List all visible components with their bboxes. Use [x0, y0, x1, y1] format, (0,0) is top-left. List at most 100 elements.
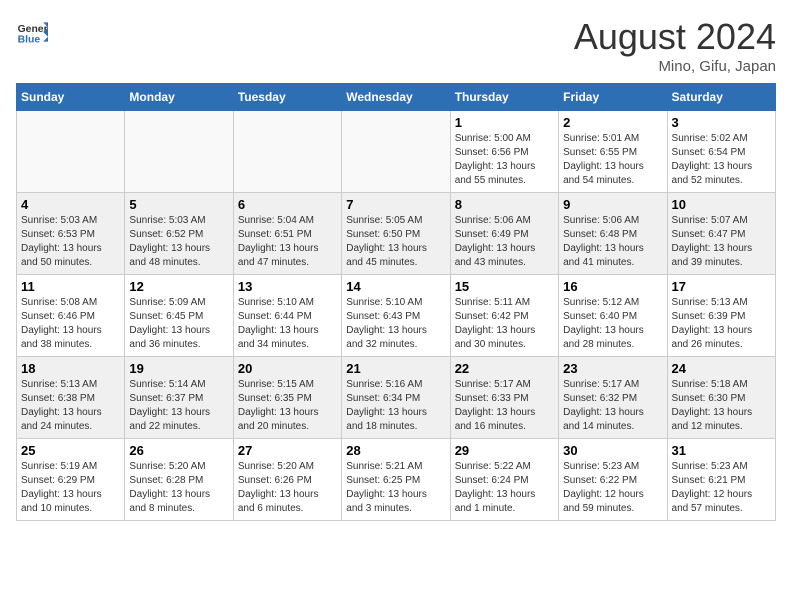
day-number: 31: [672, 443, 771, 458]
day-number: 20: [238, 361, 337, 376]
day-of-week-header: Tuesday: [233, 84, 341, 111]
day-info: Sunrise: 5:14 AM Sunset: 6:37 PM Dayligh…: [129, 378, 228, 434]
calendar-cell: 3 Sunrise: 5:02 AM Sunset: 6:54 PM Daylig…: [667, 111, 775, 193]
sub-title: Mino, Gifu, Japan: [574, 58, 776, 75]
calendar-cell: 20 Sunrise: 5:15 AM Sunset: 6:35 PM Dayli…: [233, 357, 341, 439]
calendar-cell: 1 Sunrise: 5:00 AM Sunset: 6:56 PM Daylig…: [450, 111, 558, 193]
calendar-cell: 22 Sunrise: 5:17 AM Sunset: 6:33 PM Dayli…: [450, 357, 558, 439]
day-info: Sunrise: 5:15 AM Sunset: 6:35 PM Dayligh…: [238, 378, 337, 434]
calendar-cell: 15 Sunrise: 5:11 AM Sunset: 6:42 PM Dayli…: [450, 275, 558, 357]
day-info: Sunrise: 5:11 AM Sunset: 6:42 PM Dayligh…: [455, 296, 554, 352]
svg-text:General: General: [18, 24, 48, 35]
day-info: Sunrise: 5:04 AM Sunset: 6:51 PM Dayligh…: [238, 214, 337, 270]
calendar-cell: 31 Sunrise: 5:23 AM Sunset: 6:21 PM Dayli…: [667, 439, 775, 521]
day-info: Sunrise: 5:18 AM Sunset: 6:30 PM Dayligh…: [672, 378, 771, 434]
title-area: August 2024 Mino, Gifu, Japan: [574, 16, 776, 75]
calendar-cell: 19Sunrise: 5:14 AM Sunset: 6:37 PM Dayli…: [125, 357, 233, 439]
calendar-cell: 4Sunrise: 5:03 AM Sunset: 6:53 PM Daylig…: [17, 193, 125, 275]
day-number: 5: [129, 197, 228, 212]
day-info: Sunrise: 5:23 AM Sunset: 6:21 PM Dayligh…: [672, 460, 771, 516]
day-number: 18: [21, 361, 120, 376]
day-info: Sunrise: 5:20 AM Sunset: 6:28 PM Dayligh…: [129, 460, 228, 516]
calendar-week-row: 1 Sunrise: 5:00 AM Sunset: 6:56 PM Daylig…: [17, 111, 776, 193]
day-number: 1: [455, 115, 554, 130]
day-of-week-header: Saturday: [667, 84, 775, 111]
logo-icon: General Blue: [16, 16, 48, 48]
calendar-cell: 27Sunrise: 5:20 AM Sunset: 6:26 PM Dayli…: [233, 439, 341, 521]
day-number: 12: [129, 279, 228, 294]
calendar-cell: [17, 111, 125, 193]
header: General Blue August 2024 Mino, Gifu, Jap…: [16, 16, 776, 75]
day-number: 29: [455, 443, 554, 458]
day-info: Sunrise: 5:05 AM Sunset: 6:50 PM Dayligh…: [346, 214, 445, 270]
calendar-table: SundayMondayTuesdayWednesdayThursdayFrid…: [16, 83, 776, 521]
main-title: August 2024: [574, 16, 776, 58]
day-info: Sunrise: 5:16 AM Sunset: 6:34 PM Dayligh…: [346, 378, 445, 434]
calendar-cell: 26 Sunrise: 5:20 AM Sunset: 6:28 PM Dayli…: [125, 439, 233, 521]
calendar-cell: 16 Sunrise: 5:12 AM Sunset: 6:40 PM Dayli…: [559, 275, 667, 357]
calendar-cell: 30 Sunrise: 5:23 AM Sunset: 6:22 PM Dayli…: [559, 439, 667, 521]
logo: General Blue: [16, 16, 48, 48]
day-number: 14: [346, 279, 445, 294]
day-info: Sunrise: 5:09 AM Sunset: 6:45 PM Dayligh…: [129, 296, 228, 352]
calendar-cell: [125, 111, 233, 193]
day-number: 30: [563, 443, 662, 458]
day-info: Sunrise: 5:13 AM Sunset: 6:39 PM Dayligh…: [672, 296, 771, 352]
day-info: Sunrise: 5:23 AM Sunset: 6:22 PM Dayligh…: [563, 460, 662, 516]
calendar-cell: 5Sunrise: 5:03 AM Sunset: 6:52 PM Daylig…: [125, 193, 233, 275]
calendar-cell: 14 Sunrise: 5:10 AM Sunset: 6:43 PM Dayli…: [342, 275, 450, 357]
day-number: 10: [672, 197, 771, 212]
calendar-cell: 2Sunrise: 5:01 AM Sunset: 6:55 PM Daylig…: [559, 111, 667, 193]
day-number: 6: [238, 197, 337, 212]
calendar-cell: 12 Sunrise: 5:09 AM Sunset: 6:45 PM Dayli…: [125, 275, 233, 357]
calendar-week-row: 4Sunrise: 5:03 AM Sunset: 6:53 PM Daylig…: [17, 193, 776, 275]
day-info: Sunrise: 5:08 AM Sunset: 6:46 PM Dayligh…: [21, 296, 120, 352]
day-number: 16: [563, 279, 662, 294]
calendar-week-row: 18Sunrise: 5:13 AM Sunset: 6:38 PM Dayli…: [17, 357, 776, 439]
calendar-cell: 10Sunrise: 5:07 AM Sunset: 6:47 PM Dayli…: [667, 193, 775, 275]
calendar-cell: 28 Sunrise: 5:21 AM Sunset: 6:25 PM Dayli…: [342, 439, 450, 521]
day-info: Sunrise: 5:10 AM Sunset: 6:43 PM Dayligh…: [346, 296, 445, 352]
day-number: 3: [672, 115, 771, 130]
calendar-cell: 11 Sunrise: 5:08 AM Sunset: 6:46 PM Dayli…: [17, 275, 125, 357]
day-info: Sunrise: 5:00 AM Sunset: 6:56 PM Dayligh…: [455, 132, 554, 188]
day-info: Sunrise: 5:03 AM Sunset: 6:53 PM Dayligh…: [21, 214, 120, 270]
calendar-cell: 8 Sunrise: 5:06 AM Sunset: 6:49 PM Daylig…: [450, 193, 558, 275]
day-number: 17: [672, 279, 771, 294]
day-info: Sunrise: 5:19 AM Sunset: 6:29 PM Dayligh…: [21, 460, 120, 516]
day-info: Sunrise: 5:17 AM Sunset: 6:32 PM Dayligh…: [563, 378, 662, 434]
day-number: 11: [21, 279, 120, 294]
calendar-week-row: 25 Sunrise: 5:19 AM Sunset: 6:29 PM Dayli…: [17, 439, 776, 521]
day-info: Sunrise: 5:17 AM Sunset: 6:33 PM Dayligh…: [455, 378, 554, 434]
day-info: Sunrise: 5:06 AM Sunset: 6:49 PM Dayligh…: [455, 214, 554, 270]
day-of-week-header: Sunday: [17, 84, 125, 111]
calendar-cell: [233, 111, 341, 193]
day-number: 28: [346, 443, 445, 458]
day-number: 8: [455, 197, 554, 212]
calendar-cell: 29Sunrise: 5:22 AM Sunset: 6:24 PM Dayli…: [450, 439, 558, 521]
calendar-week-row: 11 Sunrise: 5:08 AM Sunset: 6:46 PM Dayli…: [17, 275, 776, 357]
day-number: 13: [238, 279, 337, 294]
calendar-cell: 7Sunrise: 5:05 AM Sunset: 6:50 PM Daylig…: [342, 193, 450, 275]
day-of-week-header: Friday: [559, 84, 667, 111]
calendar-cell: 25 Sunrise: 5:19 AM Sunset: 6:29 PM Dayli…: [17, 439, 125, 521]
day-number: 25: [21, 443, 120, 458]
day-number: 24: [672, 361, 771, 376]
day-info: Sunrise: 5:06 AM Sunset: 6:48 PM Dayligh…: [563, 214, 662, 270]
day-info: Sunrise: 5:21 AM Sunset: 6:25 PM Dayligh…: [346, 460, 445, 516]
calendar-cell: 13 Sunrise: 5:10 AM Sunset: 6:44 PM Dayli…: [233, 275, 341, 357]
calendar-cell: 23Sunrise: 5:17 AM Sunset: 6:32 PM Dayli…: [559, 357, 667, 439]
day-number: 22: [455, 361, 554, 376]
day-number: 9: [563, 197, 662, 212]
calendar-cell: 24 Sunrise: 5:18 AM Sunset: 6:30 PM Dayli…: [667, 357, 775, 439]
day-number: 15: [455, 279, 554, 294]
day-info: Sunrise: 5:02 AM Sunset: 6:54 PM Dayligh…: [672, 132, 771, 188]
calendar-cell: 17 Sunrise: 5:13 AM Sunset: 6:39 PM Dayli…: [667, 275, 775, 357]
calendar-cell: 9 Sunrise: 5:06 AM Sunset: 6:48 PM Daylig…: [559, 193, 667, 275]
day-number: 26: [129, 443, 228, 458]
calendar-cell: 18Sunrise: 5:13 AM Sunset: 6:38 PM Dayli…: [17, 357, 125, 439]
day-info: Sunrise: 5:12 AM Sunset: 6:40 PM Dayligh…: [563, 296, 662, 352]
day-info: Sunrise: 5:10 AM Sunset: 6:44 PM Dayligh…: [238, 296, 337, 352]
day-of-week-header: Wednesday: [342, 84, 450, 111]
day-number: 2: [563, 115, 662, 130]
